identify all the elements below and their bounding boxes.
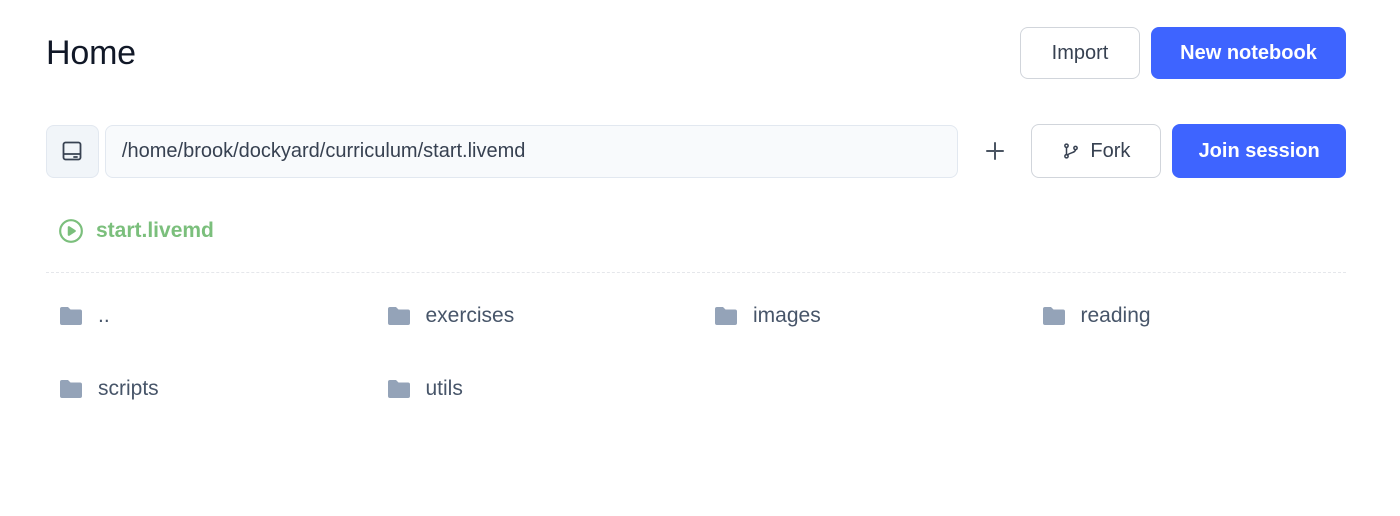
play-circle-icon — [59, 219, 83, 243]
file-item-label: scripts — [98, 377, 159, 400]
fork-button[interactable]: Fork — [1031, 124, 1162, 178]
file-item-label: images — [753, 304, 821, 327]
git-branch-icon — [1064, 143, 1079, 159]
folder-icon — [58, 378, 84, 400]
new-notebook-button[interactable]: New notebook — [1151, 27, 1346, 79]
file-item-label: utils — [425, 377, 463, 400]
import-button[interactable]: Import — [1020, 27, 1140, 79]
page-title: Home — [46, 33, 136, 72]
file-item-label: .. — [98, 304, 110, 327]
page-header: Home Import New notebook — [46, 27, 1346, 79]
file-item-scripts[interactable]: scripts — [58, 369, 386, 409]
folder-icon — [386, 378, 412, 400]
file-item-exercises[interactable]: exercises — [386, 296, 714, 336]
folder-icon — [58, 305, 84, 327]
file-item-utils[interactable]: utils — [386, 369, 714, 409]
folder-icon — [1041, 305, 1067, 327]
file-list: .. exercises images reading scripts util… — [58, 296, 1368, 409]
file-item-parent[interactable]: .. — [58, 296, 386, 336]
disk-button[interactable] — [46, 124, 99, 178]
folder-icon — [386, 305, 412, 327]
home-page: Home Import New notebook /home/brook/doc… — [0, 0, 1400, 516]
section-divider — [46, 272, 1346, 273]
join-session-button[interactable]: Join session — [1172, 124, 1346, 178]
header-actions: Import New notebook — [1020, 27, 1346, 79]
path-bar: Fork Join session — [46, 124, 1346, 178]
add-file-button[interactable] — [958, 125, 1032, 178]
plus-icon — [985, 142, 1004, 160]
file-item-reading[interactable]: reading — [1041, 296, 1369, 336]
hard-drive-icon — [63, 141, 82, 161]
running-notebook-label: start.livemd — [96, 219, 214, 242]
file-item-label: reading — [1080, 304, 1151, 327]
file-item-label: exercises — [425, 304, 515, 327]
folder-icon — [713, 305, 739, 327]
path-input[interactable] — [104, 124, 958, 178]
running-notebook[interactable]: start.livemd — [58, 216, 214, 246]
file-item-images[interactable]: images — [713, 296, 1041, 336]
fork-label: Fork — [1090, 139, 1131, 162]
